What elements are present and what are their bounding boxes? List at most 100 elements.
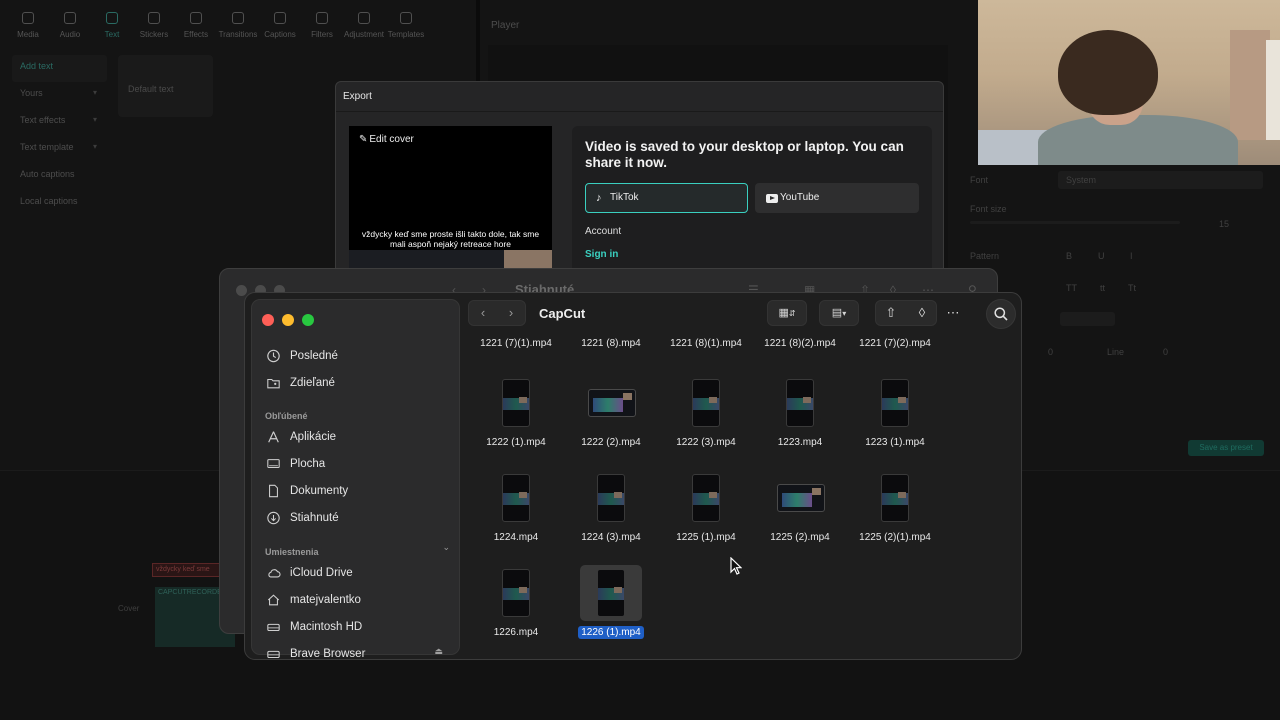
search-icon — [994, 307, 1008, 321]
cover-label[interactable]: Cover — [118, 604, 139, 613]
sidebar-item-recents[interactable]: Posledné — [266, 346, 338, 366]
sidebar-item-icloud[interactable]: iCloud Drive — [266, 563, 353, 583]
file-item[interactable]: 1222 (2).mp4 — [563, 375, 659, 465]
sidebar-item-label: matejvalentko — [290, 594, 361, 606]
share-tiktok-button[interactable]: ♪ TikTok — [585, 183, 748, 213]
color-swatch[interactable] — [1060, 312, 1115, 326]
video-thumbnail — [588, 389, 636, 417]
file-name-partial[interactable]: 1221 (7)(2).mp4 — [847, 338, 943, 349]
case-title[interactable]: Tt — [1128, 283, 1136, 293]
tiktok-label: TikTok — [610, 192, 639, 203]
export-divider — [336, 111, 943, 112]
capcut-tool-transitions[interactable]: Transitions — [218, 0, 258, 45]
file-item[interactable]: 1223 (1).mp4 — [847, 375, 943, 465]
file-name-text: 1226.mp4 — [493, 627, 539, 638]
capcut-tool-filters[interactable]: Filters — [302, 0, 342, 45]
capcut-tool-adjustment[interactable]: Adjustment — [344, 0, 384, 45]
save-preset-button[interactable]: Save as preset — [1188, 440, 1264, 456]
forward-button[interactable]: › — [497, 301, 525, 325]
capcut-menu-item[interactable]: Yours ▾ — [12, 82, 107, 109]
case-upper[interactable]: TT — [1066, 283, 1077, 293]
back-button[interactable]: ‹ — [469, 301, 497, 325]
video-thumbnail — [692, 379, 720, 427]
close-window-button[interactable] — [262, 314, 274, 326]
bold-icon[interactable]: B — [1066, 251, 1072, 261]
applications-icon — [268, 431, 279, 443]
chevron-down-icon: ▾ — [92, 142, 97, 151]
sidebar-item-home[interactable]: matejvalentko — [266, 590, 361, 610]
file-name-text: 1222 (2).mp4 — [581, 437, 641, 448]
file-item[interactable]: 1224.mp4 — [468, 470, 564, 560]
sidebar-item-shared[interactable]: Zdieľané — [266, 373, 335, 393]
file-item[interactable]: 1225 (1).mp4 — [658, 470, 754, 560]
capcut-tool-templates[interactable]: Templates — [386, 0, 426, 45]
sidebar-item-desktop[interactable]: Plocha — [266, 454, 325, 474]
capcut-tool-media[interactable]: Media — [8, 0, 48, 45]
capcut-tool-text[interactable]: Text — [92, 0, 132, 45]
capcut-menu-item[interactable]: Add text — [12, 55, 107, 82]
sidebar-item-applications[interactable]: Aplikácie — [266, 427, 336, 447]
capcut-tool-captions[interactable]: Captions — [260, 0, 300, 45]
capcut-menu-item[interactable]: Local captions — [12, 190, 107, 217]
sidebar-item-documents[interactable]: Dokumenty — [266, 481, 348, 501]
file-item[interactable]: 1223.mp4 — [752, 375, 848, 465]
capcut-tool-effects[interactable]: Effects — [176, 0, 216, 45]
document-icon — [269, 484, 278, 498]
more-icon[interactable]: ⋯ — [939, 300, 967, 326]
case-lower[interactable]: tt — [1100, 283, 1105, 293]
capcut-menu-item[interactable]: Text template ▾ — [12, 136, 107, 163]
file-item[interactable]: 1224 (3).mp4 — [563, 470, 659, 560]
sidebar-item-downloads[interactable]: Stiahnuté — [266, 508, 339, 528]
view-icons-button[interactable]: ▦⇵ — [767, 300, 807, 326]
sidebar-item-macintosh-hd[interactable]: Macintosh HD — [266, 617, 362, 637]
capcut-text-menu: Add text Yours ▾ Text effects ▾ Text template… — [12, 55, 107, 217]
file-thumbnail-frame — [864, 470, 926, 526]
tag-icon[interactable]: ◊ — [908, 300, 936, 326]
eject-icon[interactable]: ⏏ — [434, 646, 443, 657]
chevron-updown-icon: ⇵ — [788, 309, 796, 318]
capcut-menu-item[interactable]: Text effects ▾ — [12, 109, 107, 136]
capcut-tool-audio[interactable]: Audio — [50, 0, 90, 45]
file-item[interactable]: 1225 (2)(1).mp4 — [847, 470, 943, 560]
preview-avatar — [504, 250, 552, 270]
capcut-tool-label: Transitions — [218, 30, 258, 39]
group-button[interactable]: ▤▾ — [819, 300, 859, 326]
file-name-partial[interactable]: 1221 (7)(1).mp4 — [468, 338, 564, 349]
edit-cover-button[interactable]: ✎ Edit cover — [359, 134, 414, 145]
capcut-tool-label: Captions — [264, 30, 296, 39]
font-size-slider[interactable] — [970, 221, 1180, 224]
webcam-person-hair — [1058, 30, 1158, 115]
sign-in-link[interactable]: Sign in — [585, 249, 618, 260]
file-item[interactable]: 1222 (3).mp4 — [658, 375, 754, 465]
group-icon: ▤ — [831, 307, 843, 319]
capcut-tool-stickers[interactable]: Stickers — [134, 0, 174, 45]
disk-icon — [267, 650, 280, 659]
file-name: 1225 (2)(1).mp4 — [839, 532, 951, 543]
chevron-down-icon: ▾ — [92, 115, 97, 124]
share-youtube-button[interactable]: YouTube — [755, 183, 919, 213]
file-item[interactable]: 1226 (1).mp4 — [563, 565, 659, 655]
file-item[interactable]: 1225 (2).mp4 — [752, 470, 848, 560]
file-name-partial[interactable]: 1221 (8).mp4 — [563, 338, 659, 349]
file-item[interactable]: 1222 (1).mp4 — [468, 375, 564, 465]
file-thumbnail-frame — [580, 565, 642, 621]
sidebar-item-label: Aplikácie — [290, 431, 337, 443]
italic-icon[interactable]: I — [1130, 251, 1133, 261]
sidebar-item-label: Zdieľané — [290, 377, 335, 389]
share-icon[interactable]: ⇧ — [877, 300, 905, 326]
search-button[interactable] — [986, 299, 1016, 329]
chevron-down-icon[interactable]: ⌄ — [442, 542, 450, 553]
capcut-menu-item[interactable]: Auto captions — [12, 163, 107, 190]
chevron-down-icon: ▾ — [92, 88, 97, 97]
file-item[interactable]: 1226.mp4 — [468, 565, 564, 655]
default-text-tile[interactable]: Default text — [118, 55, 213, 117]
file-name-partial[interactable]: 1221 (8)(1).mp4 — [658, 338, 754, 349]
text-clip[interactable]: vždycky keď sme — [152, 563, 222, 577]
zoom-window-button[interactable] — [302, 314, 314, 326]
webcam-person-body — [1038, 115, 1238, 165]
sidebar-item-brave-browser[interactable]: Brave Browser — [266, 644, 365, 659]
file-name-partial[interactable]: 1221 (8)(2).mp4 — [752, 338, 848, 349]
finder-sidebar: Posledné Zdieľané Obľúbené Aplikácie Plo… — [251, 299, 460, 659]
underline-icon[interactable]: U — [1098, 251, 1105, 261]
minimize-window-button[interactable] — [282, 314, 294, 326]
